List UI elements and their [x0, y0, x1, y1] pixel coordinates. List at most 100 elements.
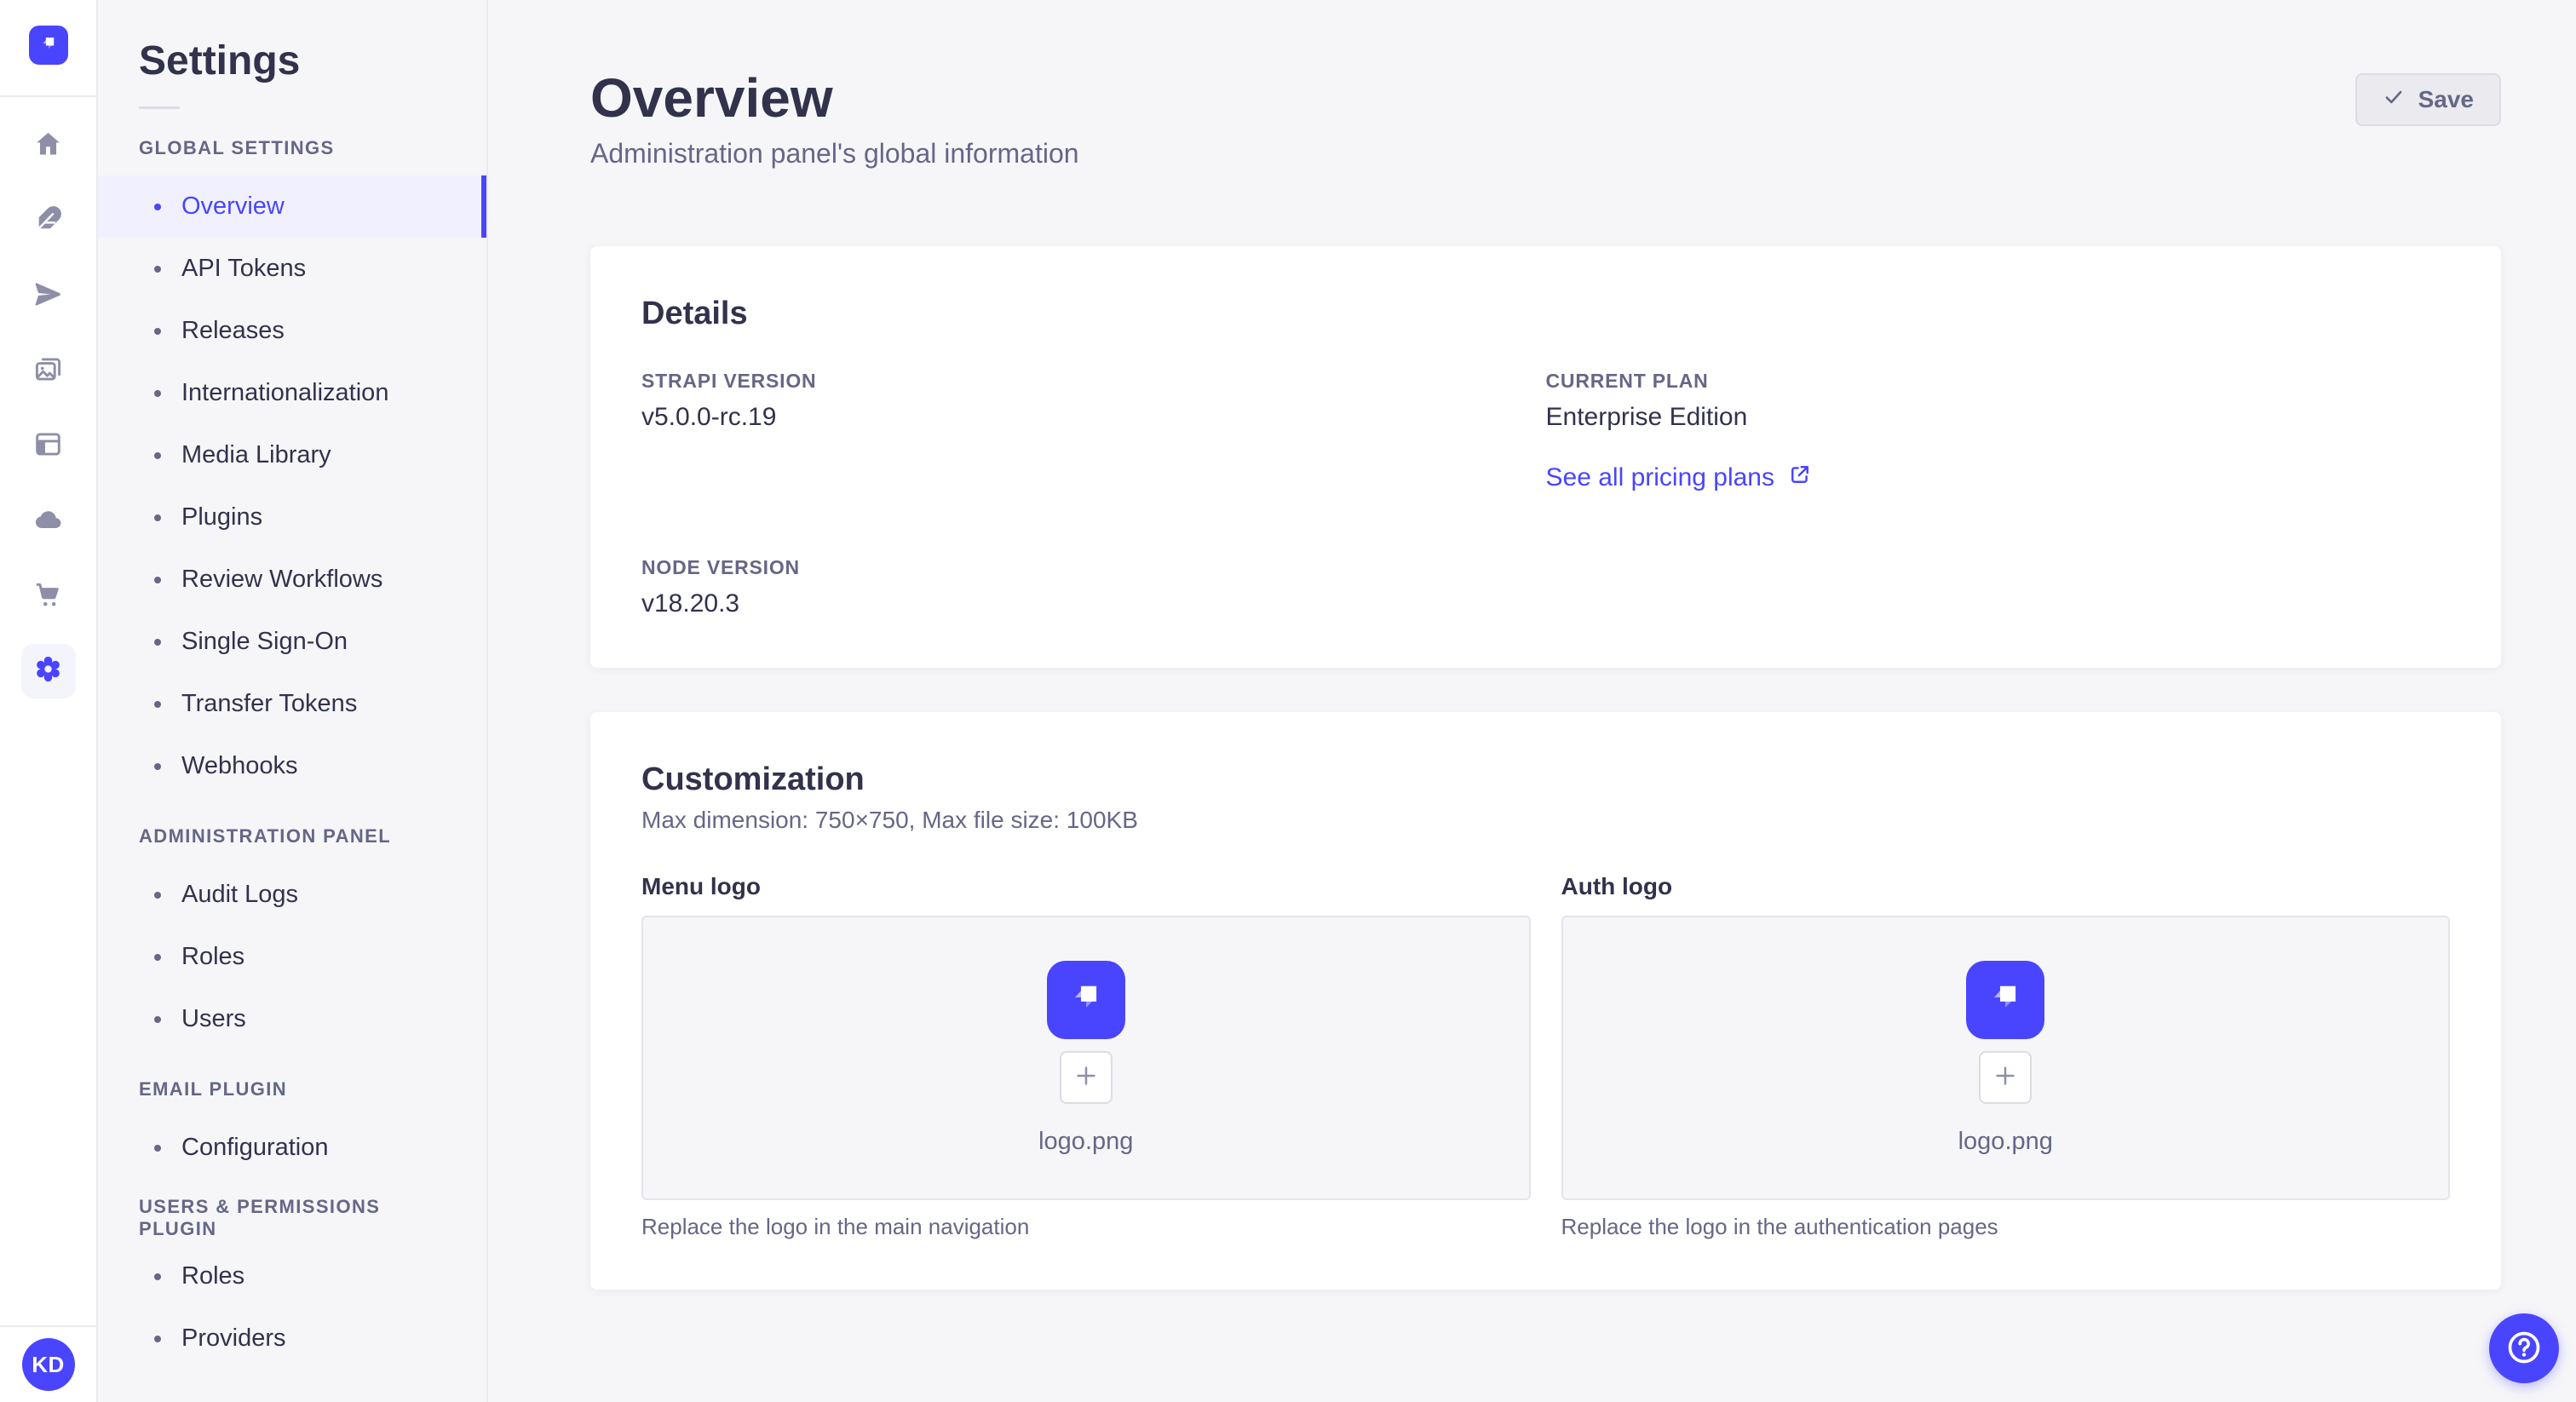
strapi-logo-icon: [36, 31, 61, 60]
field-value: Enterprise Edition: [1545, 403, 1748, 432]
layout-icon: [32, 428, 64, 464]
sidebar-item-audit-logs[interactable]: Audit Logs: [98, 864, 486, 926]
feather-icon: [32, 204, 64, 239]
auth-logo-uploader: Auth logo logo.png Replace the logo in t…: [1561, 873, 2450, 1240]
logo-uploaders: Menu logo logo.png Replace the logo in t…: [641, 873, 2450, 1240]
strapi-logo-icon: [1981, 973, 2030, 1026]
sidebar-item-internationalization[interactable]: Internationalization: [98, 362, 486, 424]
bullet-dot: [154, 451, 161, 459]
details-card: Details STRAPI VERSION v5.0.0-rc.19 CURR…: [590, 246, 2501, 669]
plus-icon: [1992, 1063, 2018, 1091]
sidebar-item-users[interactable]: Users: [98, 988, 486, 1050]
menu-logo-preview: [1046, 960, 1125, 1039]
sidebar-item-label: Users: [181, 1005, 246, 1032]
page-header: Overview Administration panel's global i…: [590, 68, 2501, 170]
rail-item-content[interactable]: [21, 194, 76, 249]
bullet-dot: [154, 265, 161, 273]
rail-item-releases[interactable]: [21, 269, 76, 324]
sidebar-item-label: Releases: [181, 317, 285, 344]
bullet-dot: [154, 514, 161, 521]
sidebar-item-review-workflows[interactable]: Review Workflows: [98, 549, 486, 611]
media-icon: [32, 353, 64, 389]
bullet-dot: [154, 891, 161, 899]
sidebar-item-label: Media Library: [181, 441, 331, 468]
bullet-dot: [154, 1015, 161, 1023]
main-nav-rail: KD: [0, 0, 98, 1402]
rail-item-deploy[interactable]: [21, 494, 76, 549]
sidebar-item-releases[interactable]: Releases: [98, 300, 486, 362]
sidebar-item-label: Audit Logs: [181, 881, 299, 908]
section-label: Users & Permissions plugin: [139, 1196, 381, 1239]
bullet-dot: [154, 1335, 161, 1342]
bullet-dot: [154, 327, 161, 335]
external-link-icon: [1788, 463, 1812, 493]
main-content: Overview Administration panel's global i…: [488, 0, 2576, 1402]
strapi-logo[interactable]: [28, 26, 68, 65]
cart-icon: [32, 578, 64, 614]
save-button-label: Save: [2418, 86, 2474, 112]
rail-item-marketplace[interactable]: [21, 569, 76, 623]
bullet-dot: [154, 700, 161, 708]
sidebar-item-webhooks[interactable]: Webhooks: [98, 735, 486, 797]
sidebar-item-single-sign-on[interactable]: Single Sign-On: [98, 611, 486, 673]
sidebar-item-overview[interactable]: Overview: [98, 175, 486, 238]
rail-item-content-manager[interactable]: [21, 419, 76, 474]
plus-icon: [1073, 1063, 1099, 1091]
sidebar-item-label: Review Workflows: [181, 566, 383, 593]
sidebar-item-configuration[interactable]: Configuration: [98, 1117, 486, 1179]
node-version-field: NODE VERSION v18.20.3: [641, 556, 1546, 618]
sidebar-item-label: Internationalization: [181, 379, 389, 406]
sidebar-item-media-library[interactable]: Media Library: [98, 424, 486, 486]
sidebar-item-roles[interactable]: Roles: [98, 1245, 486, 1307]
sidebar-item-providers[interactable]: Providers: [98, 1307, 486, 1370]
auth-logo-filename: logo.png: [1958, 1127, 2053, 1155]
section-label: Email Plugin: [139, 1078, 288, 1100]
auth-logo-add-button[interactable]: [1979, 1050, 2033, 1104]
sidebar-item-label: Single Sign-On: [181, 628, 348, 655]
field-value: v18.20.3: [641, 589, 740, 618]
settings-subnav: Settings Global Settings Overview API Toke…: [98, 0, 488, 1402]
subnav-sections: Global Settings Overview API Tokens Release…: [98, 121, 486, 1370]
auth-logo-hint: Replace the logo in the authentication p…: [1561, 1214, 1998, 1240]
menu-logo-filename: logo.png: [1038, 1127, 1134, 1155]
bullet-dot: [154, 762, 161, 770]
rail-item-media-library[interactable]: [21, 344, 76, 399]
auth-logo-dropzone[interactable]: logo.png: [1561, 916, 2450, 1201]
send-icon: [32, 279, 64, 314]
rail-item-home[interactable]: [21, 119, 76, 174]
field-label: CURRENT PLAN: [1545, 370, 1709, 393]
sidebar-item-label: Providers: [181, 1324, 286, 1352]
section-label: Administration Panel: [139, 825, 392, 847]
pricing-plans-link[interactable]: See all pricing plans: [1546, 463, 1813, 493]
bullet-dot: [154, 576, 161, 583]
sidebar-item-api-tokens[interactable]: API Tokens: [98, 238, 486, 300]
help-button[interactable]: [2489, 1313, 2559, 1383]
avatar[interactable]: KD: [21, 1338, 75, 1391]
details-grid: STRAPI VERSION v5.0.0-rc.19 CURRENT PLAN…: [641, 370, 2450, 618]
bullet-dot: [154, 638, 161, 646]
sidebar-item-label: Roles: [181, 1262, 245, 1290]
sidebar-item-label: Overview: [181, 192, 285, 220]
rail-item-settings[interactable]: [20, 644, 76, 698]
menu-logo-dropzone[interactable]: logo.png: [641, 916, 1531, 1201]
field-label: STRAPI VERSION: [641, 370, 817, 393]
rail-bottom: KD: [0, 1325, 96, 1402]
menu-logo-hint: Replace the logo in the main navigation: [641, 1214, 1030, 1240]
sidebar-item-label: Webhooks: [181, 752, 298, 779]
menu-logo-add-button[interactable]: [1059, 1050, 1113, 1104]
save-button[interactable]: Save: [2355, 73, 2501, 126]
sidebar-item-label: API Tokens: [181, 255, 307, 282]
customization-card: Customization Max dimension: 750×750, Ma…: [590, 712, 2501, 1290]
sidebar-item-roles[interactable]: Roles: [98, 926, 486, 988]
pricing-plans-link-label: See all pricing plans: [1545, 463, 1775, 492]
current-plan-field: CURRENT PLAN Enterprise Edition See all …: [1546, 370, 2451, 493]
question-icon: [2505, 1329, 2543, 1369]
bullet-dot: [154, 389, 161, 397]
sidebar-item-plugins[interactable]: Plugins: [98, 486, 486, 549]
sidebar-item-transfer-tokens[interactable]: Transfer Tokens: [98, 673, 486, 735]
menu-logo-uploader: Menu logo logo.png Replace the logo in t…: [641, 873, 1531, 1240]
customization-subheading: Max dimension: 750×750, Max file size: 1…: [641, 807, 1138, 834]
bullet-dot: [154, 953, 161, 961]
field-label: NODE VERSION: [641, 556, 800, 579]
section-label: Global Settings: [139, 137, 335, 158]
